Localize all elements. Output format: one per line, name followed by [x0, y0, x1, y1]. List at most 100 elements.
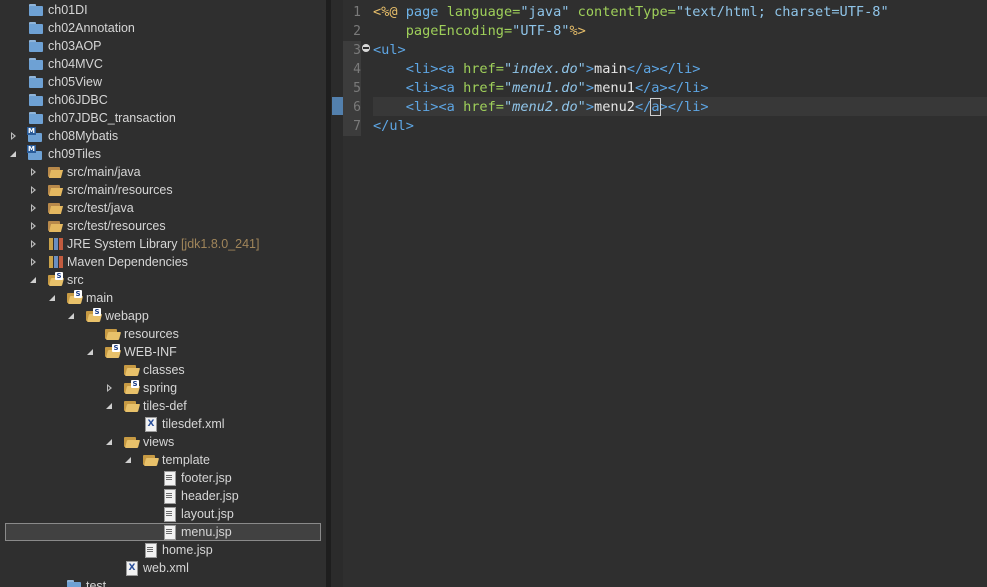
html-tag: <a: [438, 80, 455, 96]
jsp-file-icon: [161, 524, 177, 540]
tree-item-label: ch03AOP: [48, 39, 102, 53]
collapse-arrow-icon[interactable]: [67, 307, 77, 325]
expand-arrow-icon[interactable]: [29, 199, 39, 217]
tree-item-ch06jdbc[interactable]: ch06JDBC: [0, 91, 326, 109]
library-name: JRE System Library: [67, 237, 178, 251]
tree-item-tilesdef-xml[interactable]: tilesdef.xml: [0, 415, 326, 433]
tree-item-maven-dependencies[interactable]: Maven Dependencies: [0, 253, 326, 271]
tree-item-webapp[interactable]: S webapp: [0, 307, 326, 325]
collapse-arrow-icon[interactable]: [105, 397, 115, 415]
tree-item-home-jsp[interactable]: home.jsp: [0, 541, 326, 559]
collapse-arrow-icon[interactable]: [86, 343, 96, 361]
code-line-4: <li><a href="index.do">main</a></li>: [373, 60, 701, 79]
folder-open-icon: [123, 398, 139, 414]
jsp-file-icon: [142, 542, 158, 558]
attr-value: "menu2.do": [503, 99, 586, 115]
tree-item-ch04mvc[interactable]: ch04MVC: [0, 55, 326, 73]
tree-item-ch02annotation[interactable]: ch02Annotation: [0, 19, 326, 37]
tree-item-label: src/main/java: [67, 165, 141, 179]
code-editor[interactable]: 1 2 3 4 5 6 7 <%@ page language="java" c…: [343, 0, 987, 587]
attr-name: contentType=: [577, 4, 676, 20]
xml-file-icon: [142, 416, 158, 432]
code-line-7: </ul>: [373, 117, 414, 136]
tree-item-label: src: [67, 273, 84, 287]
tree-item-label: ch07JDBC_transaction: [48, 111, 176, 125]
tree-item-resources[interactable]: resources: [0, 325, 326, 343]
tree-item-label: src/test/java: [67, 201, 134, 215]
library-icon: [47, 236, 63, 252]
attr-name: pageEncoding=: [405, 23, 513, 39]
tree-item-test[interactable]: test: [0, 577, 326, 587]
expand-arrow-icon[interactable]: [29, 181, 39, 199]
tree-item-label: ch01DI: [48, 3, 88, 17]
tree-item-footer-jsp[interactable]: footer.jsp: [0, 469, 326, 487]
attr-value: "index.do": [503, 61, 586, 77]
html-tag: <ul>: [373, 42, 406, 58]
tree-item-label: main: [86, 291, 114, 305]
tree-item-src-main-java[interactable]: src/main/java: [0, 163, 326, 181]
expand-arrow-icon[interactable]: [29, 235, 39, 253]
html-tag: </li>: [667, 99, 709, 115]
editor-overview-ruler: [331, 0, 343, 587]
html-tag: >: [585, 99, 595, 115]
collapse-arrow-icon[interactable]: [48, 289, 58, 307]
fold-collapse-icon[interactable]: [362, 44, 370, 52]
expand-arrow-icon[interactable]: [29, 163, 39, 181]
html-tag: </li>: [659, 61, 701, 77]
tree-item-ch03aop[interactable]: ch03AOP: [0, 37, 326, 55]
line-number-gutter: 1 2 3 4 5 6 7: [343, 0, 363, 587]
expand-arrow-icon[interactable]: [29, 217, 39, 235]
tree-item-web-xml[interactable]: web.xml: [0, 559, 326, 577]
collapse-arrow-icon[interactable]: [29, 271, 39, 289]
tree-item-ch09tiles[interactable]: ch09Tiles: [0, 145, 326, 163]
collapse-arrow-icon[interactable]: [9, 145, 19, 163]
collapse-arrow-icon[interactable]: [124, 451, 134, 469]
folder-icon: [28, 38, 44, 54]
tree-item-layout-jsp[interactable]: layout.jsp: [0, 505, 326, 523]
tree-item-menu-jsp[interactable]: menu.jsp: [0, 523, 326, 541]
link-text: menu2: [594, 99, 635, 115]
tree-item-ch07jdbc-transaction[interactable]: ch07JDBC_transaction: [0, 109, 326, 127]
collapse-arrow-icon[interactable]: [105, 433, 115, 451]
tree-item-ch08mybatis[interactable]: ch08Mybatis: [0, 127, 326, 145]
folder-icon: [123, 362, 139, 378]
expand-arrow-icon[interactable]: [29, 253, 39, 271]
tree-item-label: ch09Tiles: [48, 147, 102, 161]
scm-overlay-icon: S: [93, 308, 101, 316]
tree-item-ch05view[interactable]: ch05View: [0, 73, 326, 91]
tree-item-web-inf[interactable]: S WEB-INF: [0, 343, 326, 361]
tree-item-label: ch05View: [48, 75, 102, 89]
tree-item-template[interactable]: template: [0, 451, 326, 469]
quick-diff-change-marker[interactable]: [332, 97, 343, 115]
folder-icon: [28, 20, 44, 36]
tree-item-label: ch06JDBC: [48, 93, 108, 107]
folder-icon: [28, 110, 44, 126]
tree-item-label: Maven Dependencies: [67, 255, 188, 269]
line-number: 3: [343, 41, 361, 60]
tree-item-classes[interactable]: classes: [0, 361, 326, 379]
source-folder-icon: [47, 164, 63, 180]
library-icon: [47, 254, 63, 270]
jdk-version-decoration: [jdk1.8.0_241]: [180, 237, 260, 251]
tree-item-src-test-resources[interactable]: src/test/resources: [0, 217, 326, 235]
tree-item-spring[interactable]: S spring: [0, 379, 326, 397]
jsp-file-icon: [161, 506, 177, 522]
tree-item-views[interactable]: views: [0, 433, 326, 451]
tree-item-ch01di[interactable]: ch01DI: [0, 1, 326, 19]
expand-arrow-icon[interactable]: [105, 379, 115, 397]
tree-item-src-test-java[interactable]: src/test/java: [0, 199, 326, 217]
expand-arrow-icon[interactable]: [9, 127, 19, 145]
tree-item-header-jsp[interactable]: header.jsp: [0, 487, 326, 505]
attr-value: "UTF-8": [512, 23, 570, 39]
tree-item-main[interactable]: S main: [0, 289, 326, 307]
project-explorer-tree: ch01DI ch02Annotation ch03AOP ch04MVC ch…: [0, 0, 326, 587]
tree-item-jre-system-library[interactable]: JRE System Library [jdk1.8.0_241]: [0, 235, 326, 253]
tree-item-src[interactable]: S src: [0, 271, 326, 289]
tree-item-src-main-resources[interactable]: src/main/resources: [0, 181, 326, 199]
code-line-5: <li><a href="menu1.do">menu1</a></li>: [373, 79, 709, 98]
jsp-directive-close: %>: [569, 23, 586, 39]
folder-icon: [28, 92, 44, 108]
tree-item-tiles-def[interactable]: tiles-def: [0, 397, 326, 415]
folder-icon: [104, 326, 120, 342]
html-tag: <a: [438, 99, 455, 115]
